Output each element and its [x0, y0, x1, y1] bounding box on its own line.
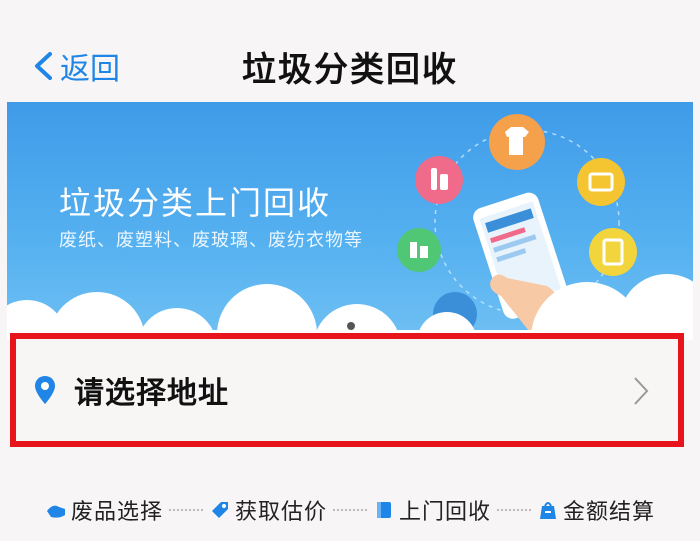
- bag-icon: [540, 502, 557, 519]
- step-divider: [333, 509, 367, 511]
- step-label: 废品选择: [70, 500, 163, 525]
- step-label: 获取估价: [234, 500, 327, 525]
- step-label: 上门回收: [399, 500, 492, 525]
- tag-icon: [211, 502, 228, 518]
- step-divider: [168, 509, 203, 511]
- select-address-row[interactable]: 请选择地址: [10, 333, 684, 447]
- step-select-items: 废品选择: [45, 494, 163, 526]
- step-label: 金额结算: [563, 500, 656, 525]
- step-get-quote: 获取估价: [209, 494, 327, 526]
- step-divider: [497, 509, 532, 511]
- chevron-right-icon: [634, 377, 649, 405]
- promo-banner[interactable]: 垃圾分类上门回收 废纸、废塑料、废玻璃、废纺衣物等: [7, 102, 693, 340]
- process-steps: 废品选择 获取估价 上门回收 金额结算: [0, 490, 700, 530]
- box-icon: [377, 502, 391, 518]
- step-door-pickup: 上门回收: [373, 494, 491, 526]
- hand-icon: [46, 505, 65, 518]
- address-label: 请选择地址: [74, 376, 229, 411]
- banner-title: 垃圾分类上门回收: [59, 184, 332, 222]
- page-title: 垃圾分类回收: [242, 50, 458, 90]
- banner-subtitle: 废纸、废塑料、废玻璃、废纺衣物等: [59, 230, 363, 251]
- nav-bar: 返回 垃圾分类回收: [0, 0, 700, 102]
- step-settlement: 金额结算: [537, 494, 655, 526]
- location-pin-icon: [35, 376, 55, 404]
